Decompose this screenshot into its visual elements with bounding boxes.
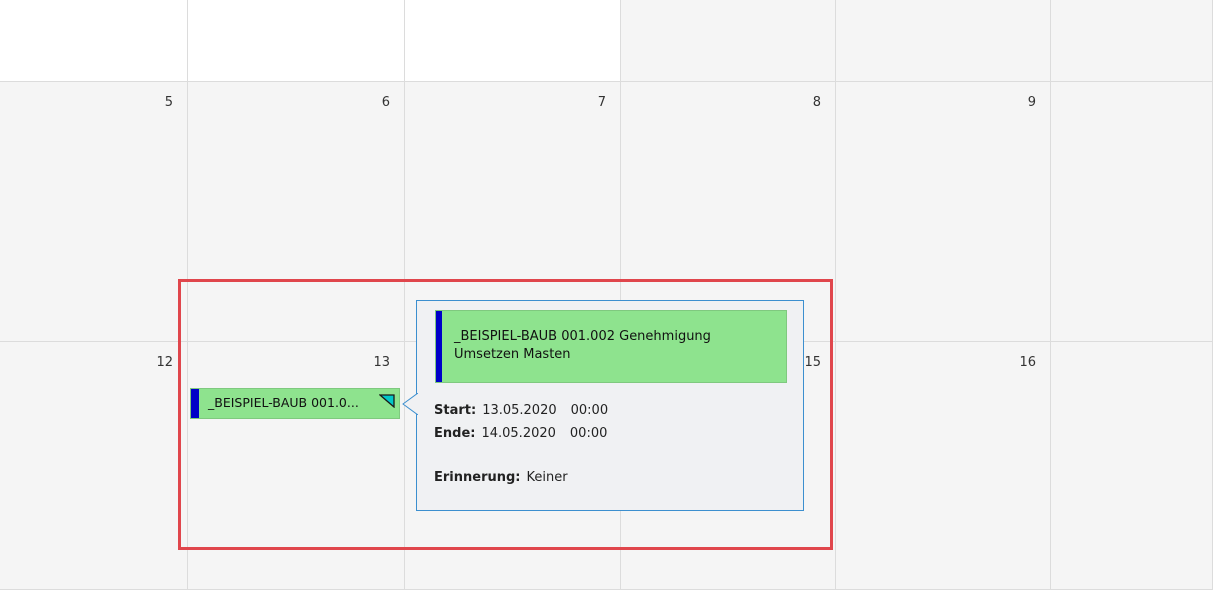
tooltip-category-bar [436,311,442,382]
tooltip-subject-line: _BEISPIEL-BAUB 001.002 Genehmigung [454,329,711,344]
end-date: 14.05.2020 [481,426,556,441]
day-cell[interactable] [1051,82,1213,342]
day-cell-13[interactable]: 13 [188,342,405,590]
day-cell[interactable] [836,0,1051,82]
day-cell[interactable] [1051,342,1213,590]
tooltip-pointer [402,393,418,415]
day-number: 5 [164,95,173,110]
day-cell[interactable] [188,0,405,82]
start-date: 13.05.2020 [482,403,557,418]
tooltip-reminder-row: Erinnerung: Keiner [434,470,568,485]
tooltip-start-row: Start: 13.05.2020 00:00 [434,403,608,418]
tooltip-subject-box: _BEISPIEL-BAUB 001.002 Genehmigung Umset… [435,310,787,383]
reminder-value: Keiner [526,470,568,485]
day-cell[interactable] [621,0,836,82]
appointment-label: _BEISPIEL-BAUB 001.0... [208,395,359,410]
appointment-item[interactable]: _BEISPIEL-BAUB 001.0... [190,388,400,419]
day-cell[interactable] [405,0,621,82]
day-number: 12 [156,355,173,370]
day-number: 16 [1019,355,1036,370]
appointment-tooltip: _BEISPIEL-BAUB 001.002 Genehmigung Umset… [402,300,804,511]
tooltip-subject-line: Umsetzen Masten [454,347,571,362]
start-time: 00:00 [570,403,609,418]
day-number: 7 [597,95,606,110]
end-label: Ende: [434,426,476,441]
day-cell-9[interactable]: 9 [836,82,1051,342]
start-label: Start: [434,403,477,418]
day-cell[interactable] [0,0,188,82]
tooltip-subject: _BEISPIEL-BAUB 001.002 Genehmigung Umset… [454,328,776,364]
day-cell-5[interactable]: 5 [0,82,188,342]
day-number: 13 [373,355,390,370]
day-cell-16[interactable]: 16 [836,342,1051,590]
reminder-label: Erinnerung: [434,470,521,485]
appointment-category-bar [191,389,199,418]
day-cell[interactable] [1051,0,1213,82]
day-number: 6 [381,95,390,110]
day-number: 8 [812,95,821,110]
day-cell-6[interactable]: 6 [188,82,405,342]
day-cell-12[interactable]: 12 [0,342,188,590]
appointment-corner-icon [379,394,395,408]
tooltip-end-row: Ende: 14.05.2020 00:00 [434,426,607,441]
end-time: 00:00 [569,426,608,441]
day-number: 15 [804,355,821,370]
day-number: 9 [1027,95,1036,110]
